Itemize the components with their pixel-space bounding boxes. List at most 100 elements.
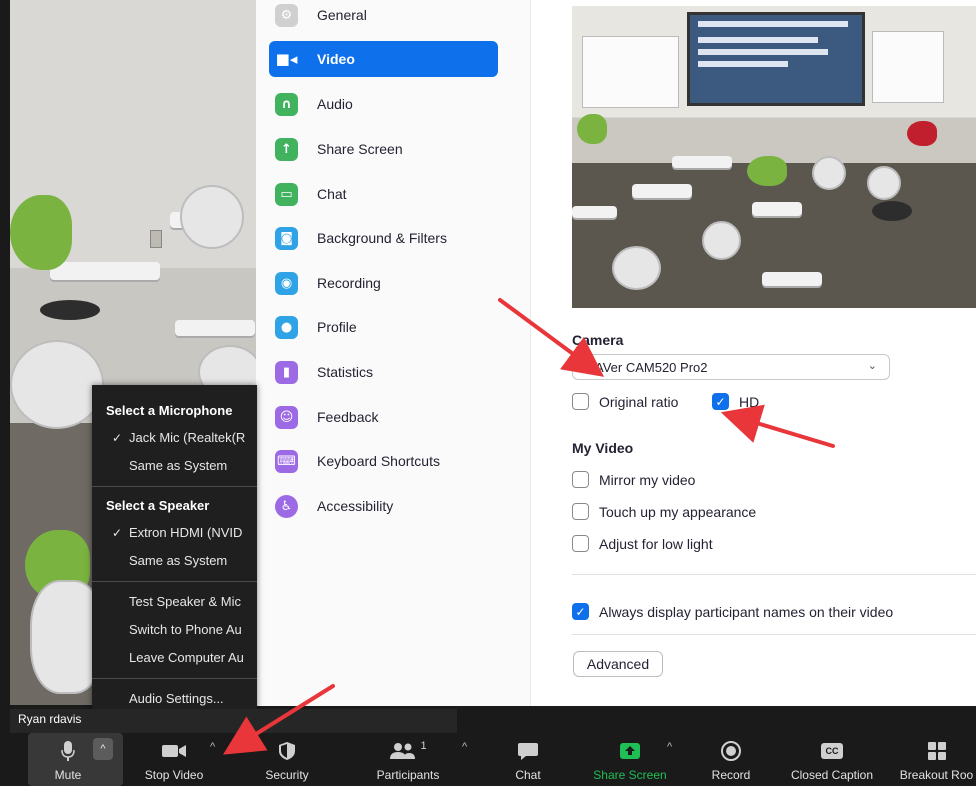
share-screen-button[interactable]: Share Screen — [588, 733, 672, 786]
desk — [175, 320, 255, 336]
nav-item-profile[interactable]: ● Profile — [269, 309, 498, 345]
menu-item-label: Extron HDMI (NVID — [129, 525, 243, 540]
low-light-checkbox[interactable] — [572, 535, 589, 552]
nav-item-share-screen[interactable]: ↑ Share Screen — [269, 131, 498, 167]
participants-count: 1 — [420, 740, 427, 752]
closed-caption-button[interactable]: CC Closed Caption — [784, 733, 880, 786]
speaker-section-title: Select a Speaker — [106, 498, 210, 513]
nav-item-keyboard-shortcuts[interactable]: ⌨ Keyboard Shortcuts — [269, 443, 498, 479]
menu-separator — [92, 486, 257, 487]
always-display-names-option[interactable]: ✓ Always display participant names on th… — [572, 603, 893, 620]
whiteboard — [582, 36, 679, 108]
nav-label: Recording — [317, 275, 381, 291]
nav-item-feedback[interactable]: ☺ Feedback — [269, 399, 498, 435]
person-icon: ● — [275, 315, 298, 339]
menu-item-leave-computer-audio[interactable]: Leave Computer Au — [92, 644, 257, 672]
nav-item-video[interactable]: ■◂ Video — [269, 41, 498, 77]
hd-checkbox[interactable]: ✓ — [712, 393, 729, 410]
nav-label: Profile — [317, 319, 357, 335]
share-screen-icon: ↑ — [275, 137, 298, 161]
menu-item-label: Jack Mic (Realtek(R — [129, 430, 246, 445]
participants-button[interactable]: 1 Participants — [370, 733, 446, 786]
nav-label: Statistics — [317, 364, 374, 380]
participant-name-tag: Ryan rdavis — [10, 709, 457, 733]
slide-text-line — [698, 49, 828, 55]
nav-item-statistics[interactable]: ▮ Statistics — [269, 354, 498, 390]
camera-select-value: AVer CAM520 Pro2 — [595, 359, 708, 375]
record-label: Record — [711, 768, 751, 782]
participants-icon: 1 — [389, 739, 427, 763]
menu-item-switch-phone[interactable]: Switch to Phone Au — [92, 616, 257, 644]
desk — [762, 272, 822, 286]
nav-item-audio[interactable]: ∩ Audio — [269, 86, 498, 122]
low-light-option[interactable]: Adjust for low light — [572, 535, 713, 552]
checkmark-icon: ✓ — [112, 526, 123, 540]
chevron-down-icon: ⌄ — [867, 360, 877, 372]
chair — [907, 121, 937, 146]
audio-options-caret[interactable]: ^ — [93, 738, 113, 760]
nav-label: Keyboard Shortcuts — [317, 453, 440, 469]
chat-bubble-icon: ▭ — [275, 182, 298, 206]
record-button[interactable]: Record — [705, 733, 757, 786]
nav-label: Audio — [317, 96, 353, 112]
gear-icon: ⚙ — [275, 3, 298, 27]
advanced-button[interactable]: Advanced — [573, 651, 663, 677]
breakout-rooms-button[interactable]: Breakout Roo — [897, 733, 976, 786]
chair — [180, 185, 244, 249]
stop-video-button[interactable]: Stop Video — [136, 733, 212, 786]
nav-item-background-filters[interactable]: ◙ Background & Filters — [269, 220, 498, 256]
menu-item-speaker-system[interactable]: Same as System — [92, 547, 257, 575]
mirror-option[interactable]: Mirror my video — [572, 471, 695, 488]
chair — [577, 114, 607, 144]
slide-text-line — [698, 37, 818, 43]
shield-icon — [278, 739, 296, 763]
nav-item-chat[interactable]: ▭ Chat — [269, 176, 498, 212]
menu-item-test-speaker[interactable]: Test Speaker & Mic — [92, 588, 257, 616]
video-options-caret[interactable]: ^ — [210, 741, 215, 753]
security-button[interactable]: Security — [260, 733, 314, 786]
divider — [572, 634, 976, 635]
microphone-section-title: Select a Microphone — [106, 403, 233, 418]
hd-label: HD — [739, 393, 760, 410]
camera-select[interactable]: AVer CAM520 Pro2 ⌄ — [572, 354, 890, 380]
closed-caption-label: Closed Caption — [790, 768, 874, 782]
chat-button[interactable]: Chat — [510, 733, 546, 786]
nav-label: Chat — [317, 186, 347, 202]
share-screen-options-caret[interactable]: ^ — [667, 741, 672, 753]
accessibility-icon: ♿ — [275, 494, 298, 518]
mute-button[interactable]: Mute — [46, 733, 90, 786]
original-ratio-option[interactable]: Original ratio — [572, 393, 678, 410]
menu-item-microphone-system[interactable]: Same as System — [92, 452, 257, 480]
breakout-rooms-icon — [927, 739, 947, 763]
low-light-label: Adjust for low light — [599, 535, 713, 552]
nav-label: Background & Filters — [317, 230, 447, 246]
keyboard-icon: ⌨ — [275, 449, 298, 473]
menu-item-speaker[interactable]: ✓ Extron HDMI (NVID — [92, 519, 257, 547]
video-camera-icon — [161, 739, 187, 763]
mute-label: Mute — [54, 768, 82, 782]
breakout-rooms-label: Breakout Roo — [899, 768, 974, 782]
menu-item-microphone[interactable]: ✓ Jack Mic (Realtek(R — [92, 424, 257, 452]
video-settings-panel: Camera AVer CAM520 Pro2 ⌄ Original ratio… — [530, 0, 976, 706]
menu-item-label: Switch to Phone Au — [129, 622, 242, 637]
nav-item-recording[interactable]: ◉ Recording — [269, 265, 498, 301]
menu-item-label: Leave Computer Au — [129, 650, 244, 665]
closed-caption-icon: CC — [821, 739, 843, 763]
menu-separator — [92, 581, 257, 582]
hd-option[interactable]: ✓ HD — [712, 393, 759, 410]
nav-label: General — [317, 7, 367, 23]
touch-up-option[interactable]: Touch up my appearance — [572, 503, 756, 520]
participant-name: Ryan rdavis — [18, 712, 82, 726]
original-ratio-checkbox[interactable] — [572, 393, 589, 410]
always-display-names-checkbox[interactable]: ✓ — [572, 603, 589, 620]
nav-item-accessibility[interactable]: ♿ Accessibility — [269, 488, 498, 524]
menu-item-label: Test Speaker & Mic — [129, 594, 241, 609]
mirror-checkbox[interactable] — [572, 471, 589, 488]
smiley-icon: ☺ — [275, 405, 298, 429]
participants-options-caret[interactable]: ^ — [462, 741, 467, 753]
chair — [10, 195, 72, 270]
chat-bubble-icon — [517, 739, 539, 763]
nav-item-general[interactable]: ⚙ General — [269, 0, 498, 33]
nav-label: Feedback — [317, 409, 379, 425]
touch-up-checkbox[interactable] — [572, 503, 589, 520]
